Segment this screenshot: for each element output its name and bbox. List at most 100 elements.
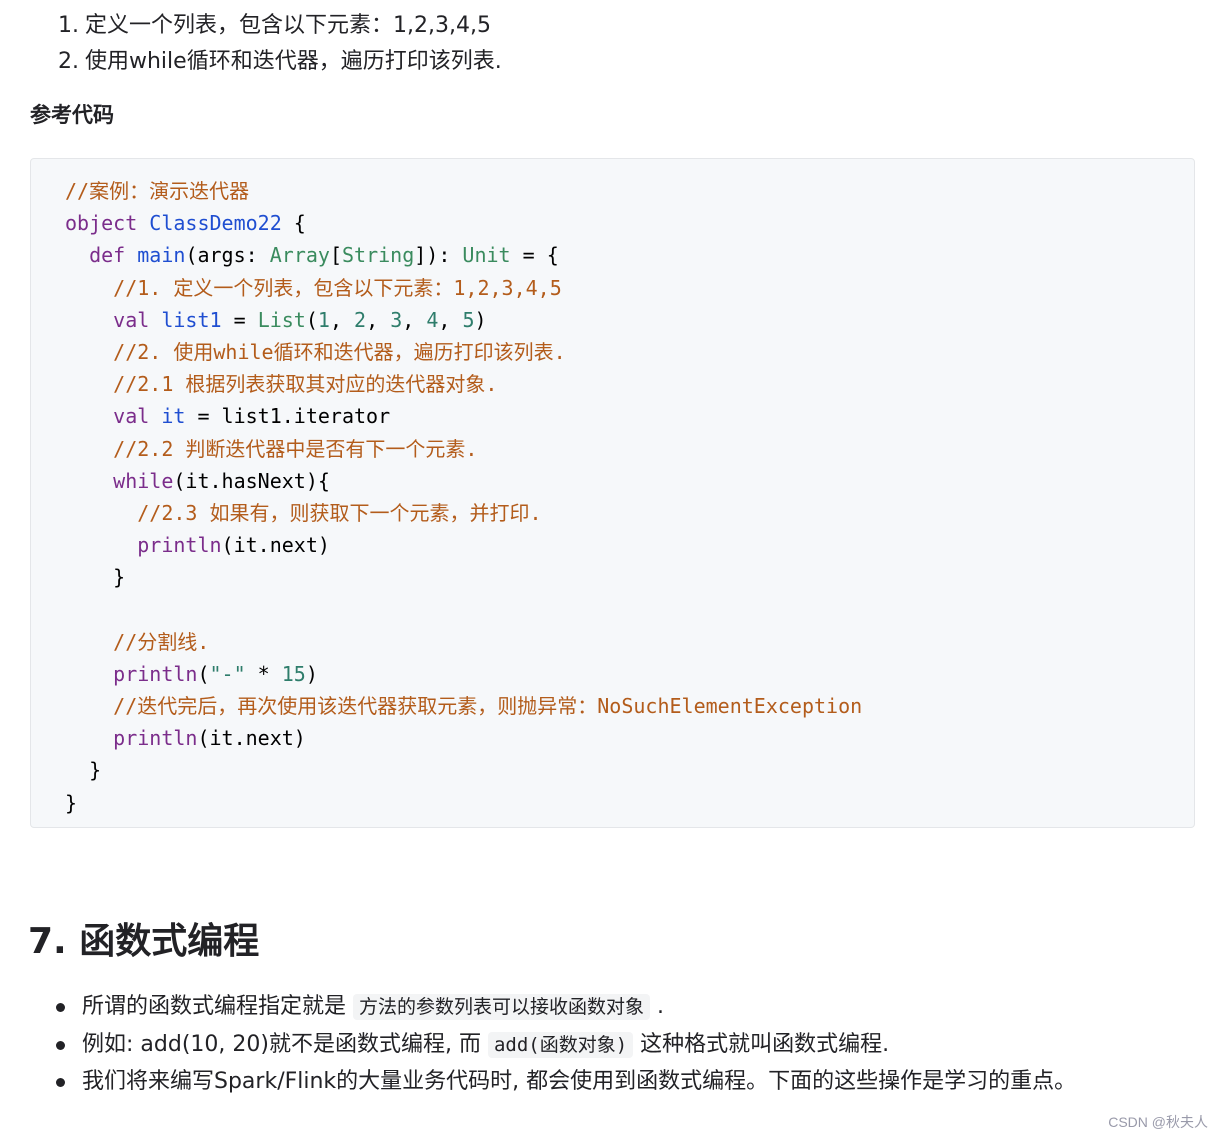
code-token-keyword: object [65,211,138,236]
code-token-plain: (it.next) [221,533,330,558]
code-token-plain: ( [197,661,210,686]
code-token-type: String [342,243,415,268]
code-token-title: main [137,243,186,268]
code-token-comment: //1. 定义一个列表，包含以下元素：1,2,3,4,5 [113,275,562,300]
code-token-plain: } [65,758,102,783]
code-content: //案例：演示迭代器 object ClassDemo22 { def main(… [31,159,1194,819]
code-token-comment: //2.3 如果有，则获取下一个元素，并打印. [137,500,542,525]
code-line: //分割线. [65,626,1194,658]
bullet-dot [56,1040,65,1050]
code-line: //案例：演示迭代器 [65,175,1194,207]
code-line: } [65,561,1194,593]
task-item: 1. 定义一个列表，包含以下元素：1,2,3,4,5 [58,8,502,44]
inline-code: 方法的参数列表可以接收函数对象 [353,994,651,1020]
code-line: //2. 使用while循环和迭代器，遍历打印该列表. [65,336,1194,368]
code-line: while(it.hasNext){ [65,465,1194,497]
bullet-list: 所谓的函数式编程指定就是 方法的参数列表可以接收函数对象 . 例如: add(1… [56,988,1076,1101]
code-token-comment: //2.1 根据列表获取其对应的迭代器对象. [113,372,498,397]
code-token-keyword: def [89,243,126,268]
code-token-plain: } [65,790,78,815]
code-line: println("-" * 15) [65,658,1194,690]
code-token-plain: { [281,211,306,236]
code-token-comment: //2.2 判断迭代器中是否有下一个元素. [113,436,478,461]
code-token-number: 1 [317,307,330,332]
code-line: val list1 = List(1, 2, 3, 4, 5) [65,304,1194,336]
code-token-plain: ]): [414,243,463,268]
task-text: 使用while循环和迭代器，遍历打印该列表. [85,49,502,74]
bullet-item: 例如: add(10, 20)就不是函数式编程, 而 add(函数对象) 这种格… [56,1026,1076,1064]
task-item: 2. 使用while循环和迭代器，遍历打印该列表. [58,44,502,80]
code-line: val it = list1.iterator [65,400,1194,432]
task-number: 1. [58,13,79,38]
code-token-keyword: val [113,307,150,332]
code-line: //2.1 根据列表获取其对应的迭代器对象. [65,368,1194,400]
code-token-plain: * [245,661,282,686]
code-token-plain: = [221,307,258,332]
code-line: //迭代完后，再次使用该迭代器获取元素，则抛异常：NoSuchElementEx… [65,690,1194,722]
bullet-text-before: 例如: add(10, 20)就不是函数式编程, 而 [82,1031,488,1057]
bullet-item: 我们将来编写Spark/Flink的大量业务代码时, 都会使用到函数式编程。下面… [56,1063,1076,1101]
code-token-builtin: println [113,726,198,751]
code-token-plain: ) [474,307,487,332]
reference-code-heading: 参考代码 [30,103,114,127]
code-token-plain: , [402,307,427,332]
bullet-dot [56,1078,65,1087]
code-token-type: Unit [462,243,511,268]
code-token-keyword: val [113,404,150,429]
bullet-text-after: . [650,994,665,1019]
code-token-number: 2 [354,307,367,332]
code-token-comment: //迭代完后，再次使用该迭代器获取元素，则抛异常：NoSuchElementEx… [113,694,863,718]
code-line: println(it.next) [65,529,1194,561]
code-token-title: ClassDemo22 [149,211,282,236]
code-token-plain: = { [510,243,559,268]
task-list: 1. 定义一个列表，包含以下元素：1,2,3,4,5 2. 使用while循环和迭代… [58,8,502,80]
code-token-number: 3 [390,307,403,332]
bullet-text-before: 我们将来编写Spark/Flink的大量业务代码时, 都会使用到函数式编程。下面… [82,1069,1077,1094]
inline-code: add(函数对象) [487,1031,634,1058]
code-token-number: 5 [462,307,475,332]
code-token-title: list1 [161,307,222,332]
bullet-dot [56,1003,65,1012]
code-token-plain: ) [305,661,318,686]
task-number: 2. [58,49,79,74]
code-line: //2.3 如果有，则获取下一个元素，并打印. [65,497,1194,529]
code-token-type: List [257,307,306,332]
code-line: println(it.next) [65,722,1194,754]
code-line: } [65,754,1194,786]
code-token-number: 4 [426,307,439,332]
code-line: def main(args: Array[String]): Unit = { [65,239,1194,271]
code-line: } [65,787,1194,819]
bullet-item: 所谓的函数式编程指定就是 方法的参数列表可以接收函数对象 . [56,988,1076,1026]
code-token-plain: (it.hasNext){ [173,468,330,493]
code-line: //2.2 判断迭代器中是否有下一个元素. [65,433,1194,465]
code-token-plain: , [366,307,391,332]
task-text: 定义一个列表，包含以下元素：1,2,3,4,5 [85,13,491,38]
code-token-plain: = list1.iterator [185,404,391,429]
bullet-text-after: 这种格式就叫函数式编程. [633,1031,890,1057]
code-token-title: it [161,404,186,429]
watermark: CSDN @秋夫人 [1108,1114,1208,1130]
code-token-plain: , [438,307,463,332]
code-token-plain: } [65,565,126,590]
code-token-comment: //分割线. [113,629,210,654]
code-token-builtin: println [113,661,198,686]
code-token-number: 15 [281,661,306,686]
code-token-keyword: while [113,468,174,493]
code-token-plain: ( [305,307,318,332]
code-block: //案例：演示迭代器 object ClassDemo22 { def main(… [30,158,1195,828]
